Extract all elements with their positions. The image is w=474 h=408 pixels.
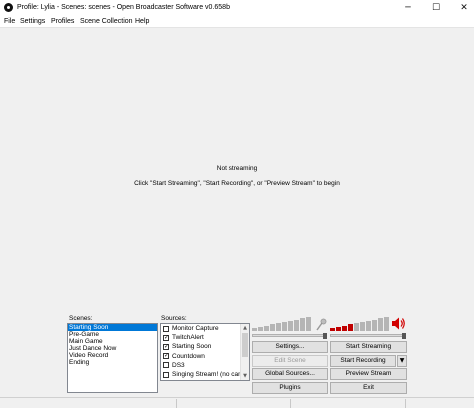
sources-label: Sources: bbox=[161, 315, 187, 322]
source-checkbox[interactable] bbox=[163, 362, 169, 369]
edit-scene-button[interactable]: Edit Scene bbox=[252, 355, 328, 367]
source-checkbox[interactable] bbox=[163, 325, 169, 332]
source-checkbox[interactable]: ✓ bbox=[163, 353, 169, 360]
menu-file[interactable]: File bbox=[4, 18, 15, 25]
speaker-icon[interactable] bbox=[391, 316, 405, 331]
start-streaming-button[interactable]: Start Streaming bbox=[330, 341, 407, 353]
source-item[interactable]: ✓ TwitchAlert bbox=[161, 333, 249, 342]
meter-bar bbox=[306, 317, 311, 331]
plugins-button[interactable]: Plugins bbox=[252, 382, 328, 394]
scene-item[interactable]: Main Game bbox=[68, 338, 157, 345]
mic-volume-meter bbox=[252, 316, 312, 331]
stream-status-text: Not streaming bbox=[216, 165, 258, 172]
meter-bar bbox=[354, 323, 359, 331]
meter-bar bbox=[360, 322, 365, 331]
sources-list[interactable]: Monitor Capture ✓ TwitchAlert ✓ Starting S… bbox=[160, 323, 250, 381]
meter-bar bbox=[372, 319, 377, 331]
meter-bar bbox=[366, 320, 371, 331]
scroll-up-icon[interactable]: ▲ bbox=[241, 324, 249, 332]
preview-area: Not streaming Click "Start Streaming", "… bbox=[0, 28, 474, 312]
meter-bar bbox=[294, 319, 299, 331]
minimize-button[interactable]: ─ bbox=[394, 0, 422, 16]
source-checkbox[interactable]: ✓ bbox=[163, 343, 169, 350]
meter-bar bbox=[282, 322, 287, 331]
status-bar bbox=[0, 397, 474, 408]
meter-bar bbox=[348, 324, 353, 331]
source-label: Starting Soon bbox=[172, 343, 212, 351]
meter-bar bbox=[276, 323, 281, 331]
source-item[interactable]: Monitor Capture bbox=[161, 324, 249, 333]
meter-bar bbox=[252, 328, 257, 331]
source-checkbox[interactable]: ✓ bbox=[163, 334, 169, 341]
start-recording-button[interactable]: Start Recording bbox=[330, 355, 396, 367]
source-label: DS3 bbox=[172, 361, 185, 369]
source-item[interactable]: Singing Stream! (no cam c bbox=[161, 370, 249, 379]
scroll-down-icon[interactable]: ▼ bbox=[241, 372, 249, 380]
mic-volume-slider[interactable] bbox=[252, 334, 326, 337]
settings-button[interactable]: Settings... bbox=[252, 341, 328, 353]
maximize-button[interactable]: ☐ bbox=[422, 0, 450, 16]
window-title: Profile: Lylia - Scenes: scenes - Open B… bbox=[17, 4, 230, 11]
desktop-volume-meter bbox=[330, 316, 390, 331]
mic-muted-icon[interactable] bbox=[315, 318, 327, 331]
scene-item[interactable]: Just Dance Now bbox=[68, 345, 157, 352]
meter-bar bbox=[384, 317, 389, 331]
meter-bar bbox=[270, 324, 275, 331]
status-divider bbox=[405, 399, 406, 408]
menu-profiles[interactable]: Profiles bbox=[51, 18, 74, 25]
meter-bar bbox=[300, 318, 305, 331]
source-label: Singing Stream! (no cam c bbox=[172, 371, 249, 379]
mic-slider-thumb[interactable] bbox=[323, 333, 327, 339]
global-sources-button[interactable]: Global Sources... bbox=[252, 368, 328, 380]
scenes-label: Scenes: bbox=[69, 315, 93, 322]
source-label: TwitchAlert bbox=[172, 334, 204, 342]
meter-bar bbox=[330, 328, 335, 331]
scene-item[interactable]: Ending bbox=[68, 359, 157, 366]
recording-dropdown-button[interactable]: ▼ bbox=[397, 355, 407, 367]
source-item[interactable]: ✓ Starting Soon bbox=[161, 342, 249, 351]
meter-bar bbox=[342, 325, 347, 331]
scroll-thumb[interactable] bbox=[242, 333, 248, 357]
sources-scrollbar[interactable]: ▲ ▼ bbox=[240, 324, 249, 380]
preview-stream-button[interactable]: Preview Stream bbox=[330, 368, 407, 380]
scene-item[interactable]: Starting Soon bbox=[68, 324, 157, 331]
menu-settings[interactable]: Settings bbox=[20, 18, 45, 25]
exit-button[interactable]: Exit bbox=[330, 382, 407, 394]
meter-bar bbox=[264, 325, 269, 331]
source-item[interactable]: DS3 bbox=[161, 361, 249, 370]
title-bar: Profile: Lylia - Scenes: scenes - Open B… bbox=[0, 0, 474, 16]
meter-bar bbox=[378, 318, 383, 331]
status-divider bbox=[290, 399, 291, 408]
meter-bar bbox=[258, 326, 263, 331]
start-hint-text: Click "Start Streaming", "Start Recordin… bbox=[134, 180, 340, 187]
status-divider bbox=[176, 399, 177, 408]
source-label: Monitor Capture bbox=[172, 325, 219, 333]
menu-bar: File Settings Profiles Scene Collection … bbox=[0, 16, 474, 28]
meter-bar bbox=[288, 320, 293, 331]
obs-logo-icon bbox=[4, 3, 13, 12]
meter-bar bbox=[336, 326, 341, 331]
scene-item[interactable]: Pre-Game bbox=[68, 331, 157, 338]
menu-help[interactable]: Help bbox=[135, 18, 149, 25]
source-checkbox[interactable] bbox=[163, 371, 169, 378]
source-label: Countdown bbox=[172, 352, 205, 360]
close-button[interactable]: ✕ bbox=[450, 0, 474, 16]
source-item[interactable]: ✓ Countdown bbox=[161, 352, 249, 361]
scenes-list[interactable]: Starting Soon Pre-Game Main Game Just Da… bbox=[67, 323, 158, 393]
desktop-volume-slider[interactable] bbox=[330, 334, 406, 337]
scene-item[interactable]: Video Record bbox=[68, 352, 157, 359]
desktop-slider-thumb[interactable] bbox=[402, 333, 406, 339]
menu-scene-collection[interactable]: Scene Collection bbox=[80, 18, 133, 25]
